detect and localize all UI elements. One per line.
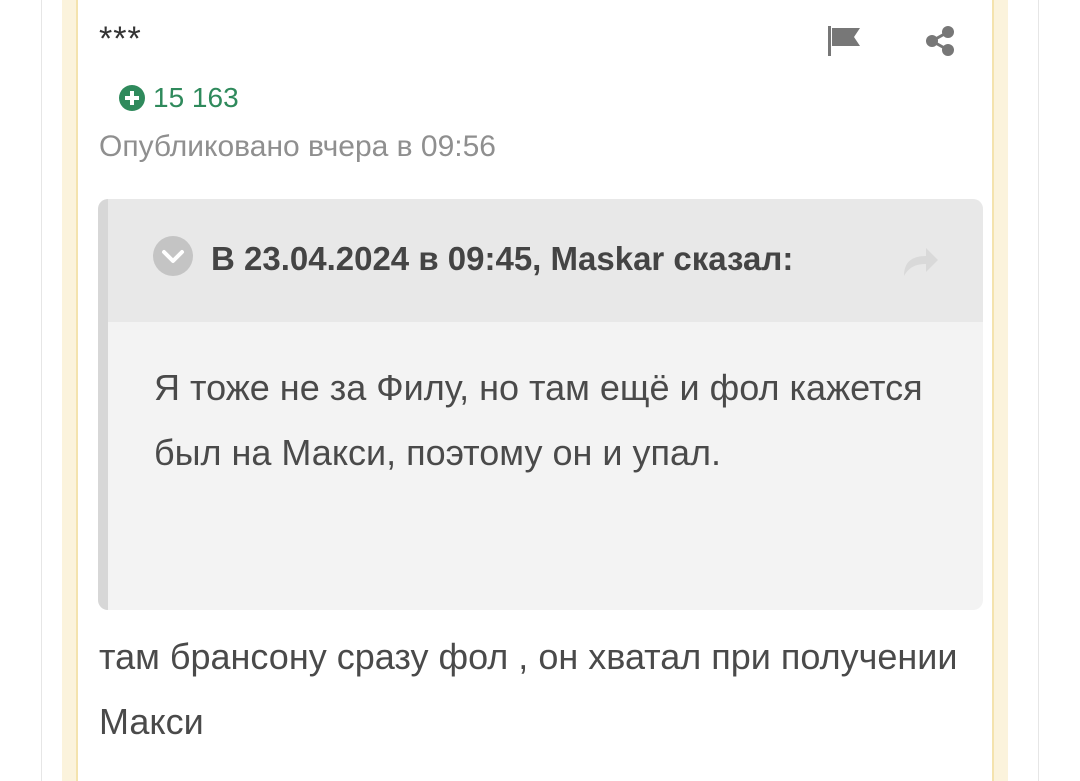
published-timestamp[interactable]: Опубликовано вчера в 09:56: [99, 130, 496, 164]
flag-icon[interactable]: [824, 22, 864, 60]
reply-arrow-icon[interactable]: [900, 244, 940, 278]
reputation-value: 15 163: [153, 82, 239, 113]
share-icon[interactable]: [920, 22, 960, 60]
quote-text: Я тоже не за Филу, но там ещё и фол каже…: [154, 367, 923, 473]
chevron-down-circle-icon[interactable]: [153, 236, 193, 276]
reputation-badge[interactable]: 15 163: [119, 82, 239, 114]
plus-circle-icon: [119, 85, 145, 111]
post-body: там брансону сразу фол , он хватал при п…: [99, 636, 958, 742]
quote-bar: [98, 199, 108, 610]
post-author[interactable]: ***: [99, 20, 142, 59]
quote-citation: В 23.04.2024 в 09:45, Maskar сказал:: [211, 240, 794, 277]
